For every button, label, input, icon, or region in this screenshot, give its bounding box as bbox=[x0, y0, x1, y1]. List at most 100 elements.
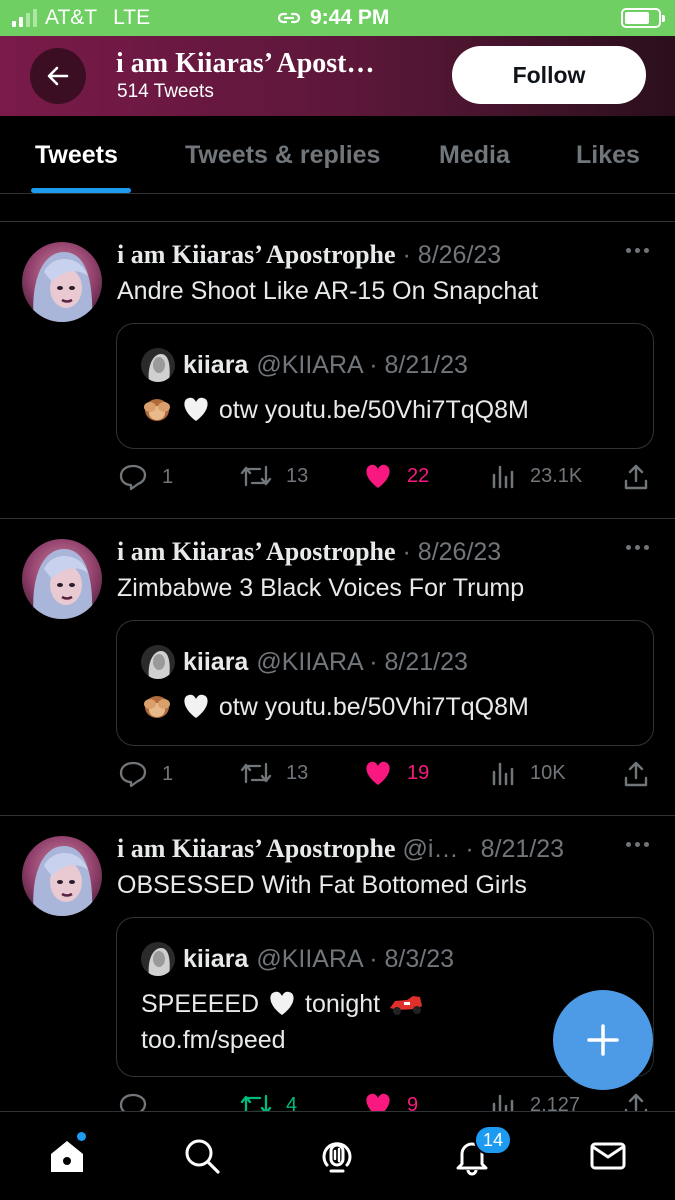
avatar[interactable] bbox=[22, 242, 102, 322]
reply-count: 1 bbox=[162, 762, 174, 785]
quote-avatar bbox=[141, 645, 175, 679]
plus-icon bbox=[587, 1024, 619, 1056]
reply-button[interactable]: 1 bbox=[118, 760, 173, 788]
tweet-text: Zimbabwe 3 Black Voices For Trump bbox=[117, 574, 525, 602]
views-button[interactable]: 10K bbox=[490, 760, 566, 786]
profile-tabs: Tweets Tweets & replies Media Likes bbox=[0, 116, 675, 194]
view-count: 23.1K bbox=[530, 464, 583, 487]
network-type: LTE bbox=[113, 6, 151, 29]
like-button[interactable]: 19 bbox=[363, 760, 429, 786]
author-name[interactable]: i am Kiiaras’ Apostrophe bbox=[117, 240, 396, 269]
quote-header: kiiara @KIIARA · 8/21/23 bbox=[141, 645, 468, 679]
avatar[interactable] bbox=[22, 539, 102, 619]
tweet-header: i am Kiiaras’ Apostrophe @i… · 8/21/23 bbox=[117, 834, 605, 864]
compose-tweet-button[interactable] bbox=[553, 990, 653, 1090]
retweet-button[interactable]: 13 bbox=[240, 463, 308, 489]
retweet-icon bbox=[240, 762, 272, 784]
nav-messages[interactable] bbox=[586, 1134, 630, 1178]
quote-link[interactable]: otw youtu.be/50Vhi7TqQ8M bbox=[219, 396, 529, 424]
more-options-icon[interactable] bbox=[626, 842, 649, 847]
profile-header: i am Kiiaras’ Apost… 514 Tweets Follow bbox=[0, 36, 675, 116]
active-tab-indicator bbox=[31, 188, 131, 193]
reply-icon bbox=[119, 761, 147, 788]
quote-author-name: kiiara bbox=[183, 944, 249, 973]
quote-text: otw youtu.be/50Vhi7TqQ8M bbox=[141, 689, 529, 730]
quoted-tweet[interactable]: kiiara @KIIARA · 8/21/23 otw youtu.be/50… bbox=[116, 620, 654, 746]
views-button[interactable]: 23.1K bbox=[490, 463, 582, 489]
link-icon bbox=[277, 12, 301, 24]
more-options-icon[interactable] bbox=[626, 248, 649, 253]
avatar[interactable] bbox=[22, 836, 102, 916]
back-button[interactable] bbox=[30, 48, 86, 104]
quote-avatar bbox=[141, 942, 175, 976]
nav-search[interactable] bbox=[180, 1134, 224, 1178]
mail-icon bbox=[590, 1142, 626, 1170]
quote-header: kiiara @KIIARA · 8/3/23 bbox=[141, 942, 454, 976]
tweet-header: i am Kiiaras’ Apostrophe · 8/26/23 bbox=[117, 240, 605, 270]
tweet-header: i am Kiiaras’ Apostrophe · 8/26/23 bbox=[117, 537, 605, 567]
tweet-actions: 1 13 22 23.1K bbox=[0, 463, 675, 499]
views-bar-chart-icon bbox=[492, 762, 514, 786]
tab-media[interactable]: Media bbox=[439, 141, 510, 170]
profile-title: i am Kiiaras’ Apost… bbox=[116, 48, 375, 79]
see-no-evil-monkey-emoji-icon bbox=[141, 395, 173, 433]
more-options-icon[interactable] bbox=[626, 545, 649, 550]
tab-tweets-and-replies[interactable]: Tweets & replies bbox=[185, 141, 380, 170]
quote-author-name: kiiara bbox=[183, 647, 249, 676]
white-heart-emoji-icon bbox=[180, 395, 212, 433]
tab-tweets[interactable]: Tweets bbox=[35, 141, 118, 170]
quote-text-part: SPEEEED bbox=[141, 990, 260, 1018]
clock: 9:44 PM bbox=[310, 6, 390, 29]
quote-avatar bbox=[141, 348, 175, 382]
bottom-navigation: 14 bbox=[0, 1111, 675, 1200]
quote-author-name: kiiara bbox=[183, 350, 249, 379]
tweet-actions: 1 13 19 10K bbox=[0, 760, 675, 796]
tweet-meta: · 8/26/23 bbox=[402, 241, 502, 269]
quote-meta: @KIIARA · 8/21/23 bbox=[256, 647, 468, 676]
quote-text-part: tonight bbox=[305, 990, 381, 1018]
reply-count: 1 bbox=[162, 465, 174, 488]
carrier-name: AT&T bbox=[45, 6, 98, 29]
author-name[interactable]: i am Kiiaras’ Apostrophe bbox=[117, 537, 396, 566]
share-icon bbox=[624, 464, 648, 490]
status-center: 9:44 PM bbox=[276, 6, 389, 30]
status-bar: AT&T LTE 9:44 PM bbox=[0, 0, 675, 36]
like-button[interactable]: 22 bbox=[363, 463, 429, 489]
quote-meta: @KIIARA · 8/21/23 bbox=[256, 350, 468, 379]
reply-button[interactable]: 1 bbox=[118, 463, 173, 491]
views-bar-chart-icon bbox=[492, 465, 514, 489]
heart-icon bbox=[366, 761, 390, 785]
home-icon bbox=[51, 1141, 83, 1172]
share-button[interactable] bbox=[622, 463, 650, 491]
notifications-badge: 14 bbox=[474, 1125, 513, 1155]
share-icon bbox=[624, 761, 648, 787]
quote-header: kiiara @KIIARA · 8/21/23 bbox=[141, 348, 468, 382]
home-notification-dot bbox=[77, 1132, 86, 1141]
heart-icon bbox=[366, 464, 390, 488]
share-button[interactable] bbox=[622, 760, 650, 788]
retweet-button[interactable]: 13 bbox=[240, 760, 308, 786]
follow-button[interactable]: Follow bbox=[452, 46, 646, 104]
author-name[interactable]: i am Kiiaras’ Apostrophe bbox=[117, 834, 396, 863]
signal-strength-icon bbox=[12, 9, 37, 27]
quote-link[interactable]: too.fm/speed bbox=[141, 1022, 286, 1058]
tweet[interactable]: i am Kiiaras’ Apostrophe · 8/26/23 Andre… bbox=[0, 222, 675, 519]
quoted-tweet[interactable]: kiiara @KIIARA · 8/21/23 otw youtu.be/50… bbox=[116, 323, 654, 449]
quote-text: SPEEEED tonight bbox=[141, 986, 425, 1027]
reply-icon bbox=[119, 464, 147, 491]
battery-icon bbox=[621, 8, 665, 28]
tweet-meta: @i… · 8/21/23 bbox=[402, 835, 565, 863]
tab-likes[interactable]: Likes bbox=[576, 141, 640, 170]
back-arrow-icon bbox=[47, 66, 69, 86]
tweet-text: OBSESSED With Fat Bottomed Girls bbox=[117, 871, 527, 899]
tweet-count: 514 Tweets bbox=[117, 81, 214, 102]
tweet[interactable]: i am Kiiaras’ Apostrophe · 8/26/23 Zimba… bbox=[0, 519, 675, 816]
nav-spaces[interactable] bbox=[315, 1134, 359, 1178]
spaces-microphone-icon bbox=[322, 1142, 352, 1173]
tweet-meta: · 8/26/23 bbox=[402, 538, 502, 566]
like-count: 19 bbox=[407, 761, 430, 784]
see-no-evil-monkey-emoji-icon bbox=[141, 692, 173, 730]
quote-link[interactable]: otw youtu.be/50Vhi7TqQ8M bbox=[219, 693, 529, 721]
like-count: 22 bbox=[407, 464, 430, 487]
carrier-info: AT&T LTE bbox=[12, 6, 150, 30]
